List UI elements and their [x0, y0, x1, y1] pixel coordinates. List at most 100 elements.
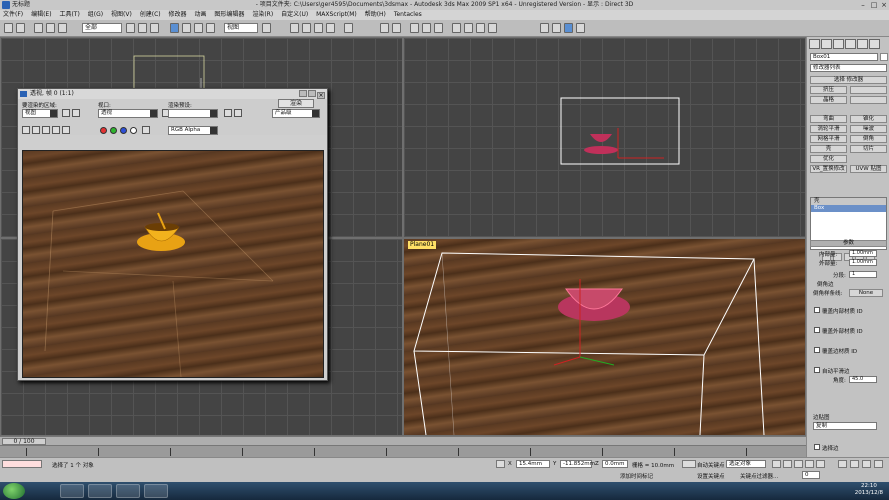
quick-render-icon[interactable] [488, 23, 497, 33]
slice-button[interactable]: 切片 [850, 145, 887, 153]
product-dropdown[interactable]: 产品级 [272, 109, 320, 118]
pivot-center-icon[interactable] [262, 23, 271, 33]
mirror-icon[interactable] [380, 23, 389, 33]
rect-region-icon[interactable] [150, 23, 159, 33]
menu-graph-editors[interactable]: 图形编辑器 [211, 10, 247, 20]
hierarchy-tab-icon[interactable] [833, 39, 844, 49]
taper-button[interactable]: 锥化 [850, 115, 887, 123]
zoom-all-icon[interactable] [850, 460, 859, 468]
next-frame-icon[interactable] [805, 460, 814, 468]
menu-group[interactable]: 组(G) [85, 10, 106, 20]
go-end-icon[interactable] [816, 460, 825, 468]
blue-channel-icon[interactable] [120, 127, 127, 134]
current-frame-field[interactable]: 0 [802, 471, 820, 479]
unlink-icon[interactable] [46, 23, 55, 33]
maximize-icon[interactable] [308, 90, 316, 97]
angle-snap-icon[interactable] [302, 23, 311, 33]
uvw-map-button[interactable]: UVW 贴图 [850, 165, 887, 173]
add-time-tag[interactable]: 添加时间标记 [620, 472, 653, 480]
select-manipulate-icon[interactable] [206, 23, 215, 33]
select-object-icon[interactable] [126, 23, 135, 33]
alpha-channel-icon[interactable] [130, 127, 137, 134]
zoom-icon[interactable] [838, 460, 847, 468]
selection-filter-dropdown[interactable]: 全部 [82, 23, 122, 33]
extra-tool-icon[interactable] [564, 23, 573, 33]
override-outer-checkbox[interactable] [814, 327, 820, 333]
menu-create[interactable]: 创建(C) [137, 10, 164, 20]
display-tab-icon[interactable] [857, 39, 868, 49]
render-button[interactable]: 渲染 [278, 99, 314, 108]
time-slider[interactable]: 0 / 100 [0, 436, 806, 445]
align-icon[interactable] [392, 23, 401, 33]
copy-image-icon[interactable] [32, 126, 40, 134]
viewport-dropdown[interactable]: 透视 [98, 109, 158, 118]
menu-maxscript[interactable]: MAXScript(M) [313, 10, 360, 20]
x-coordinate-field[interactable]: 15.4mm [516, 460, 550, 468]
auto-key-label[interactable]: 自动关键点 [697, 461, 725, 469]
stack-item-box[interactable]: Box [811, 205, 886, 212]
menu-tentacles[interactable]: Tentacles [391, 10, 425, 20]
lattice-button[interactable]: 晶格 [810, 96, 847, 104]
lock-selection-icon[interactable] [496, 460, 505, 468]
outer-amount-spinner[interactable]: 1.00mm [849, 259, 877, 266]
segments-spinner[interactable]: 1 [849, 271, 877, 278]
close-icon[interactable]: × [879, 1, 889, 9]
set-key-label[interactable]: 设置关键点 [697, 472, 725, 480]
override-inner-checkbox[interactable] [814, 307, 820, 313]
key-mode-icon[interactable] [682, 460, 696, 468]
percent-snap-icon[interactable] [314, 23, 323, 33]
minimize-icon[interactable] [299, 90, 307, 97]
save-image-icon[interactable] [22, 126, 30, 134]
play-icon[interactable] [794, 460, 803, 468]
menu-views[interactable]: 视图(V) [108, 10, 135, 20]
auto-key-dropdown[interactable]: 选定对象 [726, 460, 766, 468]
redo-icon[interactable] [16, 23, 25, 33]
render-setup-icon[interactable] [464, 23, 473, 33]
modifier-button[interactable] [850, 86, 887, 94]
menu-customize[interactable]: 自定义(U) [278, 10, 311, 20]
select-edges-checkbox[interactable] [814, 444, 820, 450]
menu-help[interactable]: 帮助(H) [362, 10, 389, 20]
bevel-edges-label[interactable]: 倒角边 [817, 280, 834, 288]
meshsmooth-button[interactable]: 网格平滑 [810, 135, 847, 143]
layer-manager-icon[interactable] [410, 23, 419, 33]
shell-button[interactable]: 壳 [810, 145, 847, 153]
select-scale-icon[interactable] [194, 23, 203, 33]
menu-file[interactable]: 文件(F) [0, 10, 26, 20]
undo-icon[interactable] [4, 23, 13, 33]
maxscript-listener[interactable] [2, 460, 42, 468]
start-button-icon[interactable] [3, 483, 25, 499]
select-modifier-button[interactable]: 选择 修改器 [810, 76, 887, 84]
system-clock[interactable]: 22:10 2013/12/8 [855, 483, 883, 497]
extra-tool-icon[interactable] [576, 23, 585, 33]
create-tab-icon[interactable] [809, 39, 820, 49]
clone-frame-icon[interactable] [42, 126, 50, 134]
clear-icon[interactable] [62, 126, 70, 134]
object-name-field[interactable]: Box01 [810, 53, 878, 61]
angle-spinner[interactable]: 45.0 [849, 376, 877, 383]
modifier-button[interactable] [850, 96, 887, 104]
minimize-icon[interactable]: – [858, 1, 868, 9]
spinner-snap-icon[interactable] [326, 23, 335, 33]
menu-edit[interactable]: 编辑(E) [28, 10, 54, 20]
edge-mapping-dropdown[interactable]: 复制 [813, 422, 877, 430]
extra-tool-icon[interactable] [540, 23, 549, 33]
viewport-front[interactable] [403, 37, 806, 238]
render-setup-icon[interactable] [224, 109, 232, 117]
track-bar[interactable] [0, 445, 806, 457]
menu-animation[interactable]: 动画 [191, 10, 209, 20]
select-rotate-icon[interactable] [182, 23, 191, 33]
viewport-perspective[interactable]: Plane01 [403, 238, 806, 436]
optimize-button[interactable]: 优化 [810, 155, 847, 163]
noise-button[interactable]: 噪波 [850, 125, 887, 133]
time-slider-knob[interactable]: 0 / 100 [2, 438, 46, 445]
select-by-name-icon[interactable] [138, 23, 147, 33]
link-icon[interactable] [34, 23, 43, 33]
auto-smooth-checkbox[interactable] [814, 367, 820, 373]
y-coordinate-field[interactable]: -11.852mm [560, 460, 595, 468]
edit-region-icon[interactable] [62, 109, 70, 117]
bend-button[interactable]: 弯曲 [810, 115, 847, 123]
green-channel-icon[interactable] [110, 127, 117, 134]
zoom-extents-icon[interactable] [862, 460, 871, 468]
taskbar-app-icon[interactable] [60, 484, 84, 498]
